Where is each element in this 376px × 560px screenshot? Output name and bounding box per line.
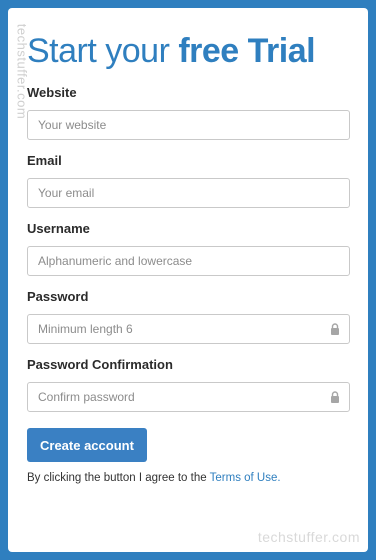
password-confirmation-label: Password Confirmation — [27, 357, 173, 372]
password-input[interactable] — [27, 314, 350, 344]
password-field: Password — [27, 288, 350, 344]
email-input[interactable] — [27, 178, 350, 208]
page-title: Start your free Trial — [27, 30, 349, 72]
lock-icon — [331, 323, 339, 335]
terms-text: By clicking the button I agree to the Te… — [27, 472, 349, 484]
password-confirmation-input[interactable] — [27, 382, 350, 412]
username-label: Username — [27, 221, 90, 236]
lock-icon — [331, 391, 339, 403]
username-input[interactable] — [27, 246, 350, 276]
signup-card: techstuffer.com Start your free Trial We… — [8, 8, 368, 552]
website-input[interactable] — [27, 110, 350, 140]
email-label: Email — [27, 153, 62, 168]
terms-link[interactable]: Terms of Use. — [210, 472, 281, 484]
password-confirmation-field: Password Confirmation — [27, 356, 350, 412]
website-label: Website — [27, 85, 77, 100]
password-label: Password — [27, 289, 89, 304]
username-field: Username — [27, 220, 350, 276]
title-bold: free Trial — [178, 32, 316, 70]
title-light: Start your — [27, 32, 170, 70]
create-account-button[interactable]: Create account — [27, 428, 147, 462]
email-field: Email — [27, 152, 350, 208]
terms-prefix: By clicking the button I agree to the — [27, 472, 207, 484]
bottom-watermark: techstuffer.com — [257, 529, 360, 545]
website-field: Website — [27, 84, 350, 140]
